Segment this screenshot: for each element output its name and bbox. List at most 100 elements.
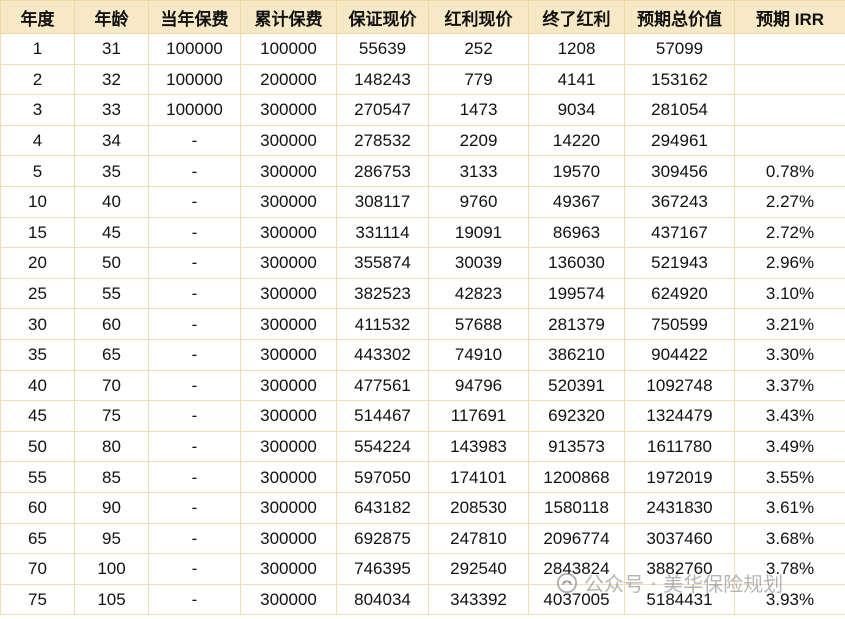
table-row: 2 32 100000 200000 148243 779 4141 153162 [0,63,845,96]
cell-age: 31 [74,33,149,65]
cell-cumulative-premium: 300000 [240,430,337,463]
cell-age: 33 [74,94,149,126]
cell-annual-premium: - [148,185,241,218]
cell-expected-irr: 3.61% [734,491,845,524]
table-row: 35 65-300000 443302 74910 386210 904422 3.30% [0,338,845,371]
cell-guaranteed-cash-value: 148243 [336,63,429,96]
cell-annual-premium: - [148,277,241,310]
cell-annual-premium: - [148,247,241,279]
cell-dividend-cash-value: 1473 [428,94,529,126]
cell-cumulative-premium: 300000 [240,277,337,310]
cell-age: 34 [74,124,149,157]
cell-cumulative-premium: 300000 [240,553,337,585]
cell-age: 35 [74,155,149,187]
cell-expected-total-value: 437167 [624,216,735,249]
header-terminal-dividend: 终了红利 [528,0,625,34]
cell-expected-irr: 3.68% [734,522,845,555]
table-row: 10 40-300000 308117 9760 49367 367243 2.27% [0,185,845,218]
cell-age: 60 [74,308,149,340]
cell-dividend-cash-value: 3133 [428,155,529,187]
cell-age: 65 [74,338,149,371]
cell-dividend-cash-value: 2209 [428,124,529,157]
cell-annual-premium: - [148,583,241,616]
cell-annual-premium: 100000 [148,33,241,65]
cell-cumulative-premium: 100000 [240,33,337,65]
wechat-official-account-icon [556,572,578,593]
table-row: 25 55-300000 382523 42823 199574 624920 3.10% [0,277,845,310]
header-expected-total-value: 预期总价值 [624,0,735,34]
cell-annual-premium: - [148,461,241,493]
cell-dividend-cash-value: 94796 [428,369,529,402]
cell-dividend-cash-value: 174101 [428,461,529,493]
cell-expected-total-value: 904422 [624,338,735,371]
cell-annual-premium: - [148,369,241,402]
cell-expected-irr: 3.43% [734,400,845,432]
cell-expected-total-value: 1092748 [624,369,735,402]
cell-terminal-dividend: 49367 [528,185,625,218]
cell-guaranteed-cash-value: 514467 [336,400,429,432]
cell-expected-total-value: 309456 [624,155,735,187]
cell-cumulative-premium: 300000 [240,400,337,432]
cell-age: 70 [74,369,149,402]
cell-cumulative-premium: 300000 [240,338,337,371]
cell-terminal-dividend: 281379 [528,308,625,340]
cell-annual-premium: - [148,308,241,340]
header-age: 年龄 [74,0,149,34]
cell-annual-premium: - [148,400,241,432]
cell-expected-irr [734,33,845,65]
cell-age: 80 [74,430,149,463]
cell-expected-irr [734,94,845,126]
cell-dividend-cash-value: 247810 [428,522,529,555]
cell-dividend-cash-value: 117691 [428,400,529,432]
cell-annual-premium: - [148,338,241,371]
cell-terminal-dividend: 386210 [528,338,625,371]
watermark-text: 公众号 · 美华保险规划 [584,572,784,596]
cell-year: 65 [0,522,75,555]
cell-cumulative-premium: 300000 [240,583,337,616]
cell-year: 75 [0,583,75,616]
cell-expected-total-value: 1972019 [624,461,735,493]
cell-cumulative-premium: 300000 [240,522,337,555]
cell-year: 20 [0,247,75,279]
cell-year: 2 [0,63,75,96]
cell-year: 70 [0,553,75,585]
table-row: 45 75-300000 514467 117691 692320 1324479 3.43… [0,400,845,432]
cell-age: 45 [74,216,149,249]
cell-terminal-dividend: 1580118 [528,491,625,524]
cell-expected-irr: 2.72% [734,216,845,249]
cell-cumulative-premium: 300000 [240,247,337,279]
table-row: 50 80-300000 554224 143983 913573 1611780 3.49… [0,430,845,463]
cell-year: 55 [0,461,75,493]
cell-terminal-dividend: 199574 [528,277,625,310]
cell-year: 40 [0,369,75,402]
header-year: 年度 [0,0,75,34]
cell-dividend-cash-value: 9760 [428,185,529,218]
cell-terminal-dividend: 692320 [528,400,625,432]
cell-terminal-dividend: 19570 [528,155,625,187]
cell-terminal-dividend: 86963 [528,216,625,249]
cell-expected-irr: 3.55% [734,461,845,493]
cell-age: 55 [74,277,149,310]
cell-age: 85 [74,461,149,493]
cell-expected-irr: 2.27% [734,185,845,218]
cell-expected-total-value: 2431830 [624,491,735,524]
cell-expected-total-value: 294961 [624,124,735,157]
cell-year: 10 [0,185,75,218]
cell-expected-irr: 2.96% [734,247,845,279]
header-expected-irr: 预期 IRR [734,0,845,34]
cell-annual-premium: - [148,553,241,585]
cell-expected-irr [734,63,845,96]
cell-terminal-dividend: 913573 [528,430,625,463]
cell-guaranteed-cash-value: 55639 [336,33,429,65]
cell-cumulative-premium: 300000 [240,124,337,157]
cell-year: 50 [0,430,75,463]
cell-expected-total-value: 3037460 [624,522,735,555]
cell-cumulative-premium: 300000 [240,308,337,340]
cell-annual-premium: - [148,216,241,249]
cell-annual-premium: - [148,430,241,463]
cell-annual-premium: 100000 [148,94,241,126]
cell-terminal-dividend: 520391 [528,369,625,402]
cell-dividend-cash-value: 143983 [428,430,529,463]
cell-year: 25 [0,277,75,310]
cell-guaranteed-cash-value: 270547 [336,94,429,126]
